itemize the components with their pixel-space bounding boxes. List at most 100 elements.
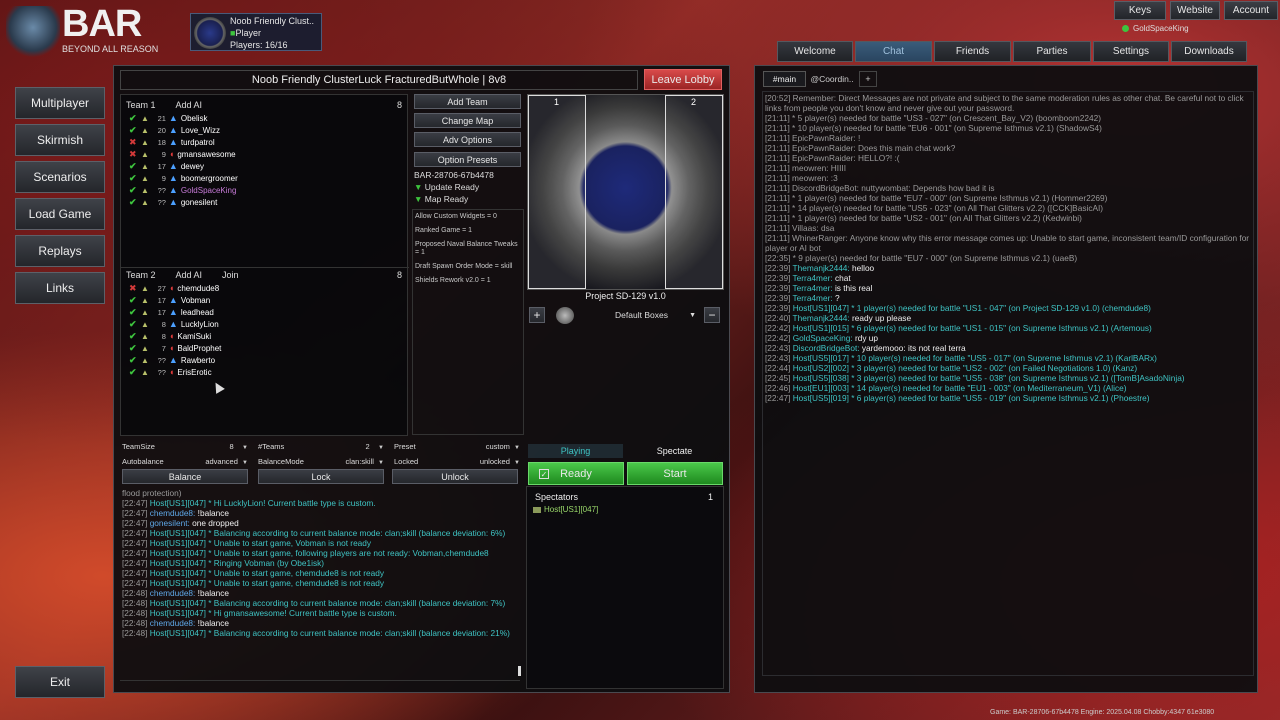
player-row[interactable]: ✔ ▲?? ▲ GoldSpaceKing xyxy=(129,184,399,196)
chat-scrollbar[interactable] xyxy=(518,666,521,676)
nav-load-game[interactable]: Load Game xyxy=(15,198,105,230)
add-start-box-button[interactable]: + xyxy=(529,307,545,323)
ready-check-icon: ✔ xyxy=(129,318,137,329)
player-row[interactable]: ✔ ▲ 21 ▲ Obelisk xyxy=(129,112,399,124)
spectate-toggle[interactable]: Spectate xyxy=(627,444,722,458)
lobby-card-players: Players: 16/16 xyxy=(230,40,288,50)
add-team-button[interactable]: Add Team xyxy=(414,94,521,109)
playing-toggle[interactable]: Playing xyxy=(528,444,623,458)
player-row[interactable]: ✔ ▲ 17 ▲ leadhead xyxy=(129,306,399,318)
tab-parties[interactable]: Parties xyxy=(1013,41,1091,62)
ready-check-icon: ✔ xyxy=(129,342,137,353)
player-row[interactable]: ✔ ▲?? ◖ ErisErotic xyxy=(129,366,399,378)
mouse-cursor-icon xyxy=(211,380,225,394)
remove-start-box-button[interactable]: − xyxy=(704,307,720,323)
lobby-chat-log: flood protection) [22:47] Host[US1][047] … xyxy=(120,488,520,678)
map-info-icon[interactable] xyxy=(556,307,574,324)
player-row[interactable]: ✔ ▲ 8 ◖ KamiSuki xyxy=(129,330,399,342)
unlock-button[interactable]: Unlock xyxy=(392,469,518,484)
faction-cortex-icon: ◖ xyxy=(168,367,175,377)
player-skill: ?? xyxy=(157,355,166,365)
player-row[interactable]: ✔ ▲?? ▲ gonesilent xyxy=(129,196,399,208)
exit-button[interactable]: Exit xyxy=(15,666,105,698)
chat-line: [22:39] Host[US1][047] * 1 player(s) nee… xyxy=(765,303,1151,313)
chat-line: [22:48] Host[US1][047] * Balancing accor… xyxy=(122,628,510,638)
player-skill: 18 xyxy=(157,137,166,147)
player-skill: 17 xyxy=(157,161,166,171)
player-row[interactable]: ✖ ▲ 18 ▲ turdpatrol xyxy=(129,136,399,148)
player-skill: 7 xyxy=(161,343,166,353)
ready-check-icon: ✔ xyxy=(129,160,137,171)
chevron-down-icon: ▼ xyxy=(378,459,384,466)
chat-line: [21:11] WhinerRanger: Anyone know why th… xyxy=(765,233,1252,253)
ready-check-icon: ✔ xyxy=(129,172,137,183)
ready-button[interactable]: ✓ Ready xyxy=(528,462,624,485)
autobalance-select[interactable]: Autobalance advanced ▼ xyxy=(122,454,248,468)
faction-armada-icon: ▲ xyxy=(168,197,178,207)
game-id: BAR-28706-67b4478 xyxy=(414,170,494,180)
player-row[interactable]: ✔ ▲?? ▲ Rawberto xyxy=(129,354,399,366)
teams-select[interactable]: #Teams 2 ▼ xyxy=(258,439,384,453)
user-status: GoldSpaceKing xyxy=(1122,24,1189,33)
download-icon: ▼ xyxy=(414,194,423,204)
current-lobby-card[interactable]: Noob Friendly Clust.. ■Player Players: 1… xyxy=(190,13,322,51)
nav-replays[interactable]: Replays xyxy=(15,235,105,267)
team1-header: Team 1 Add AI 8 xyxy=(126,99,402,111)
chat-channel-coordinator[interactable]: @Coordin.. xyxy=(808,71,856,87)
tab-friends[interactable]: Friends xyxy=(934,41,1011,62)
player-skill: ?? xyxy=(157,367,166,377)
tab-welcome[interactable]: Welcome xyxy=(777,41,853,62)
website-button[interactable]: Website xyxy=(1170,1,1220,20)
chat-line: [22:47] chemdude8: !balance xyxy=(122,508,230,518)
nav-scenarios[interactable]: Scenarios xyxy=(15,161,105,193)
leave-lobby-button[interactable]: Leave Lobby xyxy=(644,69,722,90)
map-preview[interactable]: 1 2 xyxy=(527,94,724,290)
tab-chat[interactable]: Chat xyxy=(855,41,932,62)
add-channel-button[interactable]: + xyxy=(859,71,877,87)
tab-downloads[interactable]: Downloads xyxy=(1171,41,1247,62)
adv-options-button[interactable]: Adv Options xyxy=(414,132,521,147)
player-row[interactable]: ✔ ▲ 17 ▲ Vobman xyxy=(129,294,399,306)
tab-settings[interactable]: Settings xyxy=(1093,41,1169,62)
preset-select[interactable]: Preset custom ▼ xyxy=(394,439,520,453)
chevron-down-icon: ▼ xyxy=(378,444,384,451)
team1-add-ai-button[interactable]: Add AI xyxy=(176,100,203,110)
team2-add-ai-button[interactable]: Add AI xyxy=(176,270,203,280)
spectator-icon xyxy=(533,506,541,513)
change-map-button[interactable]: Change Map xyxy=(414,113,521,128)
ready-check-icon: ✔ xyxy=(129,294,137,305)
player-row[interactable]: ✔ ▲ 7 ◖ BaldProphet xyxy=(129,342,399,354)
lock-button[interactable]: Lock xyxy=(258,469,384,484)
player-name: boomergroomer xyxy=(180,173,238,183)
start-box-2[interactable]: 2 xyxy=(665,95,723,289)
chevron-down-icon: ▼ xyxy=(514,459,520,466)
account-button[interactable]: Account xyxy=(1224,1,1278,20)
player-row[interactable]: ✔ ▲ 20 ▲ Love_Wizz xyxy=(129,124,399,136)
option-presets-button[interactable]: Option Presets xyxy=(414,152,521,167)
teamsize-select[interactable]: TeamSize 8 ▼ xyxy=(122,439,248,453)
team-divider xyxy=(121,267,409,268)
robot-icon xyxy=(6,6,60,60)
player-row[interactable]: ✖ ▲ 27 ◖ chemdude8 xyxy=(129,282,399,294)
player-row[interactable]: ✖ ▲ 9 ◖ gmansawesome xyxy=(129,148,399,160)
start-boxes-dropdown[interactable]: Default Boxes ▼ xyxy=(584,308,699,322)
balance-button[interactable]: Balance xyxy=(122,469,248,484)
chat-channel-main[interactable]: #main xyxy=(763,71,806,87)
player-name: BaldProphet xyxy=(177,343,222,353)
nav-multiplayer[interactable]: Multiplayer xyxy=(15,87,105,119)
player-row[interactable]: ✔ ▲ 17 ▲ dewey xyxy=(129,160,399,172)
player-row[interactable]: ✔ ▲ 9 ▲ boomergroomer xyxy=(129,172,399,184)
start-box-1[interactable]: 1 xyxy=(528,95,586,289)
player-row[interactable]: ✔ ▲ 8 ▲ LucklyLion xyxy=(129,318,399,330)
faction-armada-icon: ▲ xyxy=(168,295,178,305)
nav-links[interactable]: Links xyxy=(15,272,105,304)
team2-join-button[interactable]: Join xyxy=(222,270,239,280)
locked-select[interactable]: Locked unlocked ▼ xyxy=(394,454,520,468)
nav-skirmish[interactable]: Skirmish xyxy=(15,124,105,156)
start-button[interactable]: Start xyxy=(627,462,723,485)
balancemode-select[interactable]: BalanceMode clan:skill ▼ xyxy=(258,454,384,468)
faction-cortex-icon: ◖ xyxy=(168,149,175,159)
lobby-chat-input[interactable] xyxy=(120,680,520,690)
keys-button[interactable]: Keys xyxy=(1114,1,1166,20)
spectator-item: Host[US1][047] xyxy=(533,505,598,514)
